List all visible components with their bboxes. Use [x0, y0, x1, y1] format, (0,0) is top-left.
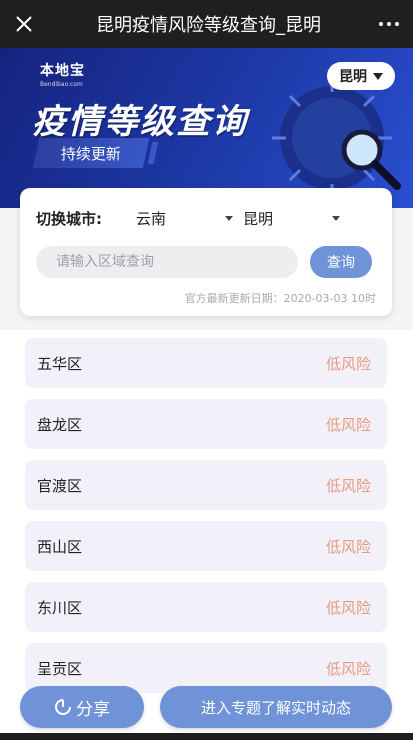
switch-city-label: 切换城市: [36, 209, 102, 228]
top-navigation-bar: 昆明疫情风险等级查询_昆明 [0, 0, 413, 48]
city-select[interactable]: 昆明 [243, 208, 350, 229]
list-item[interactable]: 东川区 低风险 [25, 582, 387, 632]
list-item[interactable]: 五华区 低风险 [25, 338, 387, 388]
list-item[interactable]: 盘龙区 低风险 [25, 399, 387, 449]
caret-down-icon [373, 72, 383, 80]
risk-level: 低风险 [325, 354, 371, 373]
banner-subtitle: 持续更新 [32, 138, 150, 168]
district-name: 西山区 [37, 537, 83, 556]
risk-level: 低风险 [325, 659, 371, 678]
city-selector-pill[interactable]: 昆明 [327, 62, 395, 90]
district-list-container: 五华区 低风险 盘龙区 低风险 官渡区 低风险 西山区 低风险 东川区 低风险 呈贡区 低风… [0, 330, 413, 740]
banner: 本地宝 Bendibao.com 疫情等级查询 持续更新 昆明 [0, 48, 413, 208]
query-button[interactable]: 查询 [310, 246, 372, 278]
decorative-stripes [137, 142, 160, 168]
risk-level: 低风险 [325, 537, 371, 556]
risk-level: 低风险 [325, 415, 371, 434]
page-title: 昆明疫情风险等级查询_昆明 [96, 15, 321, 36]
search-input[interactable] [36, 246, 298, 278]
bottom-strip [0, 733, 413, 740]
caret-down-icon [225, 215, 233, 221]
risk-level: 低风险 [325, 476, 371, 495]
search-card: 切换城市: 云南 昆明 查询 官方最新更新日期：2020-03-03 10时 [20, 188, 392, 316]
enter-topic-button[interactable]: 进入专题了解实时动态 [160, 686, 392, 728]
caret-down-icon [332, 215, 340, 221]
list-item[interactable]: 官渡区 低风险 [25, 460, 387, 510]
district-name: 盘龙区 [37, 415, 83, 434]
district-list: 五华区 低风险 盘龙区 低风险 官渡区 低风险 西山区 低风险 东川区 低风险 呈贡区 低风… [25, 338, 387, 704]
more-icon[interactable] [365, 0, 413, 48]
logo: 本地宝 Bendibao.com [40, 63, 85, 88]
bottom-action-bar: 分享 进入专题了解实时动态 [0, 680, 413, 740]
share-button[interactable]: 分享 [20, 686, 144, 728]
risk-level: 低风险 [325, 598, 371, 617]
district-name: 东川区 [37, 598, 83, 617]
district-name: 五华区 [37, 354, 83, 373]
list-item[interactable]: 西山区 低风险 [25, 521, 387, 571]
banner-title: 疫情等级查询 [32, 102, 248, 142]
district-name: 呈贡区 [37, 659, 83, 678]
district-name: 官渡区 [37, 476, 83, 495]
close-icon[interactable] [0, 0, 48, 48]
share-icon [55, 699, 71, 715]
update-date: 官方最新更新日期：2020-03-03 10时 [184, 292, 376, 305]
province-select[interactable]: 云南 [136, 208, 243, 229]
